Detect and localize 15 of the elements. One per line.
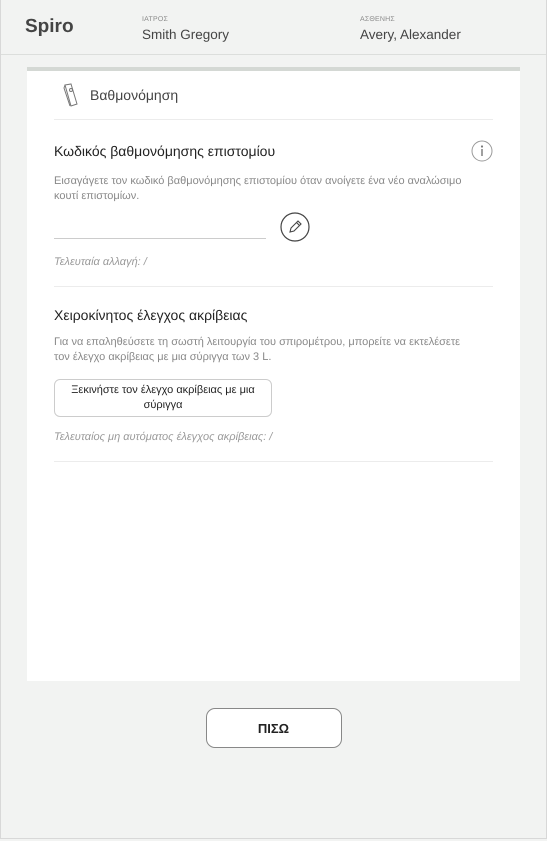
mouthpiece-icon: [62, 83, 78, 107]
back-button[interactable]: ΠΙΣΩ: [206, 708, 342, 748]
doctor-name: Smith Gregory: [142, 27, 230, 42]
app-name: Spiro: [25, 16, 75, 38]
section-title: Κωδικός βαθμονόμησης επιστομίου: [54, 143, 276, 159]
section-description: Εισαγάγετε τον κωδικό βαθμονόμησης επιστομίου όταν ανοίγετε ένα νέο αναλώσιμο κουτί επιστομίων.: [54, 174, 462, 204]
info-icon[interactable]: [471, 140, 493, 162]
edit-icon[interactable]: [280, 212, 310, 242]
section-title: Χειροκίνητος έλεγχος ακρίβειας: [54, 307, 248, 323]
patient-name: Avery, Alexander: [360, 27, 461, 42]
section-note: Τελευταίος μη αυτόματος έλεγχος ακρίβειας: /: [54, 431, 274, 443]
start-check-button[interactable]: Ξεκινήστε τον έλεγχο ακρίβειας με μια σύριγγα: [54, 379, 272, 417]
section-note: Τελευταία αλλαγή: /: [54, 256, 149, 268]
panel-title: Βαθμονόμηση: [90, 87, 178, 103]
section-description: Για να επαληθεύσετε τη σωστή λειτουργία του σπιρομέτρου, μπορείτε να εκτελέσετε τον έλεγχο ακρίβειας με μια σύριγγα των 3 L.: [54, 335, 462, 365]
